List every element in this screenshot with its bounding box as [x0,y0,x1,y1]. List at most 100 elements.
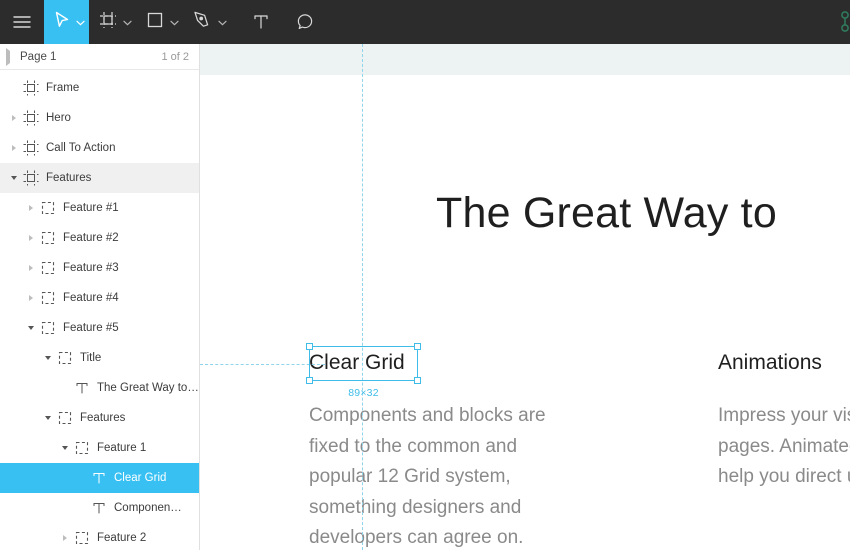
resize-handle-bottom-right[interactable] [414,377,421,384]
chevron-down-icon[interactable] [57,446,72,450]
layer-label: Call To Action [46,142,116,154]
layers-sidebar: Page 1 1 of 2 Frame Hero Call To Action Fea… [0,44,200,550]
vertical-smart-guide [362,44,363,550]
chevron-right-icon[interactable] [23,265,38,271]
layer-row-call-to-action[interactable]: Call To Action [0,133,199,163]
layer-label: Feature #3 [63,262,119,274]
group-icon [38,320,58,336]
layer-row-feature-2[interactable]: Feature 2 [0,523,199,550]
group-icon [55,350,75,366]
frame-tool[interactable] [89,0,136,44]
layer-row-feature-3[interactable]: Feature #3 [0,253,199,283]
page-name: Page 1 [20,50,57,63]
layer-row-features[interactable]: Features [0,163,199,193]
layer-row-features[interactable]: Features [0,403,199,433]
group-icon [38,290,58,306]
layer-row-feature-1[interactable]: Feature #1 [0,193,199,223]
toolbar [0,0,850,44]
selection-bounding-box[interactable] [306,343,421,384]
toolbar-right-section [836,0,850,44]
group-icon [72,440,92,456]
layer-label: Feature #5 [63,322,119,334]
layer-label: Feature 1 [97,442,147,454]
text-icon [72,380,92,396]
frame-icon [21,110,41,126]
selection-dimensions-badge: 89×32 [348,387,379,399]
comment-tool[interactable] [283,0,327,44]
layer-label: Feature 2 [97,532,147,544]
frame-icon [21,140,41,156]
feature-column-right: Animations Impress your visitors with yo… [718,349,850,493]
resize-handle-top-right[interactable] [414,343,421,350]
group-icon [72,530,92,546]
group-icon [38,260,58,276]
layer-label: Frame [46,82,80,94]
layer-row-componen[interactable]: Componen… [0,493,199,523]
artboard-heading[interactable]: The Great Way to [436,189,777,238]
layer-row-feature-5[interactable]: Feature #5 [0,313,199,343]
chevron-down-icon [76,13,85,31]
chevron-right-icon[interactable] [23,235,38,241]
move-tool[interactable] [44,0,89,44]
layer-row-feature-2[interactable]: Feature #2 [0,223,199,253]
group-icon [38,230,58,246]
feature-body-right[interactable]: Impress your visitors with your pages. A… [718,401,850,493]
chevron-down-icon [218,13,227,31]
group-icon [38,200,58,216]
pen-icon [193,10,212,34]
chevron-down-icon[interactable] [40,416,55,420]
chevron-down-icon[interactable] [23,326,38,330]
layer-row-feature-4[interactable]: Feature #4 [0,283,199,313]
resize-handle-top-left[interactable] [306,343,313,350]
chevron-right-icon[interactable] [23,205,38,211]
chevron-down-icon[interactable] [6,176,21,180]
chevron-down-icon [123,13,132,31]
chevron-down-icon [170,13,179,31]
feature-heading-right[interactable]: Animations [718,349,850,377]
feature-body-left[interactable]: Components and blocks are fixed to the c… [309,401,584,550]
collaborator-avatar[interactable] [836,0,850,44]
rectangle-icon [146,11,164,34]
chevron-down-icon[interactable] [40,356,55,360]
layer-tree: Frame Hero Call To Action Features Feature #… [0,70,199,550]
layer-label: Hero [46,112,71,124]
layer-row-the-great-way-to[interactable]: The Great Way to … [0,373,199,403]
app-root: Page 1 1 of 2 Frame Hero Call To Action Fea… [0,0,850,550]
layer-row-frame[interactable]: Frame [0,73,199,103]
chevron-right-icon[interactable] [57,535,72,541]
horizontal-smart-guide [200,364,325,365]
shape-tool[interactable] [136,0,183,44]
text-tool[interactable] [239,0,283,44]
chevron-right-icon[interactable] [6,115,21,121]
layer-label: Feature #1 [63,202,119,214]
chevron-right-icon[interactable] [6,145,21,151]
group-icon [55,410,75,426]
layer-row-hero[interactable]: Hero [0,103,199,133]
artboard-top-band [200,44,850,75]
layer-label: Features [46,172,92,184]
menu-button[interactable] [0,0,44,44]
frame-icon [21,170,41,186]
chevron-right-icon[interactable] [6,47,20,66]
page-selector-row[interactable]: Page 1 1 of 2 [0,44,199,70]
text-icon [252,13,270,31]
layer-label: Title [80,352,102,364]
chevron-right-icon[interactable] [23,295,38,301]
layer-label: The Great Way to … [97,382,199,394]
resize-handle-bottom-left[interactable] [306,377,313,384]
text-icon [89,470,109,486]
text-icon [89,500,109,516]
frame-icon [21,80,41,96]
layer-label: Feature #4 [63,292,119,304]
comment-icon [296,13,315,32]
layer-label: Componen… [114,502,182,514]
layer-row-clear-grid[interactable]: Clear Grid [0,463,199,493]
layer-label: Feature #2 [63,232,119,244]
layer-row-feature-1[interactable]: Feature 1 [0,433,199,463]
layer-row-title[interactable]: Title [0,343,199,373]
layer-label: Features [80,412,126,424]
design-canvas[interactable]: The Great Way to Clear Grid Components a… [200,44,850,550]
frame-icon [99,11,117,34]
cursor-icon [54,11,70,34]
pen-tool[interactable] [183,0,231,44]
